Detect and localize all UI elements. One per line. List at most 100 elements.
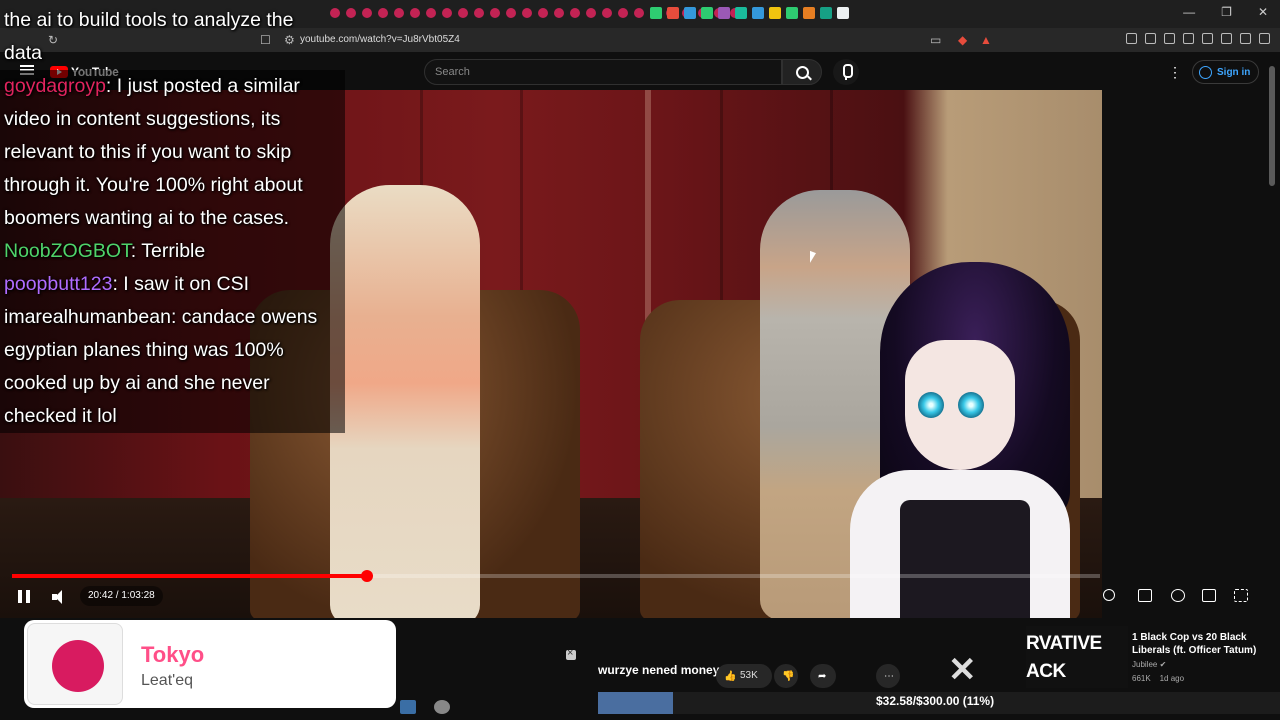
pinned-tab-icon[interactable] [490,8,500,18]
tab-icon[interactable] [786,7,798,19]
sign-in-button[interactable]: Sign in [1192,60,1260,84]
time-display: 20:42 / 1:03:28 [80,586,163,606]
upload-age: 1d ago [1159,674,1185,683]
recommended-title[interactable]: 1 Black Cop vs 20 Black Liberals (ft. Of… [1132,631,1262,657]
maximize-icon[interactable]: ❐ [1221,5,1232,19]
vscode-icon[interactable] [400,700,416,714]
pinned-tab-icon[interactable] [602,8,612,18]
chat-text: : I just posted a similar video in conte… [4,75,303,229]
tab-icon[interactable] [837,7,849,19]
tab-icon[interactable] [667,7,679,19]
pause-icon[interactable] [18,590,30,603]
recommended-thumbnail[interactable]: RVATIVE ACK LIBERALS [1026,626,1128,688]
pinned-tab-icon[interactable] [522,8,532,18]
ellipsis-icon: ⋯ [884,670,894,682]
tab-icon[interactable] [684,7,696,19]
pinned-tab-icons[interactable] [650,7,849,19]
search-input[interactable] [425,60,781,84]
page-scrollbar[interactable] [1269,66,1275,186]
pinned-tab-icon[interactable] [442,8,452,18]
share-button[interactable]: ➦ [810,664,836,688]
chat-message: poopbutt123: I saw it on CSI [0,268,345,301]
voice-search-icon[interactable] [833,59,859,85]
pinned-tab-icon[interactable] [506,8,516,18]
extensions-row [1126,33,1270,44]
rewards-icon[interactable]: ▲ [980,33,992,47]
donation-goal-fill [598,692,674,714]
minimize-icon[interactable]: — [1183,5,1195,19]
now-playing-artist: Leat'eq [141,672,193,689]
sign-in-label: Sign in [1217,66,1251,78]
pinned-tab-icon[interactable] [570,8,580,18]
album-art-circle [52,640,104,692]
pinned-tab-icon[interactable] [554,8,564,18]
tab-icon[interactable] [803,7,815,19]
settings-icon[interactable] [1171,589,1185,602]
pinned-tab-icon[interactable] [378,8,388,18]
app-icon[interactable] [434,700,450,714]
extension-icon[interactable] [1221,33,1232,44]
album-art [27,623,123,705]
dislike-button[interactable]: 👎 [774,664,798,688]
notification-close-icon[interactable] [566,647,576,660]
extension-icon[interactable] [1145,33,1156,44]
tab-icon[interactable] [650,7,662,19]
tab-icon[interactable] [718,7,730,19]
tab-icon[interactable] [769,7,781,19]
action-overlay-text: wurzye nened money [598,663,720,677]
extension-icon[interactable] [1202,33,1213,44]
pinned-tab-icon[interactable] [346,8,356,18]
extension-icon[interactable] [1164,33,1175,44]
verified-icon: ✔ [1159,660,1167,669]
tab-icon[interactable] [735,7,747,19]
tab-icon[interactable] [701,7,713,19]
window-controls: — ❐ ✕ [1183,5,1268,19]
miniplayer-icon[interactable] [1202,589,1216,602]
cast-icon[interactable]: ▭ [930,33,941,47]
more-actions-button[interactable]: ⋯ [876,664,900,688]
pinned-tab-icon[interactable] [586,8,596,18]
vtuber-corset [900,500,1030,618]
vtuber-eye [918,392,944,418]
progress-scrubber[interactable] [360,570,373,582]
like-count: 53K [740,670,758,681]
video-progress-bar[interactable] [12,570,1100,582]
brave-shield-icon[interactable]: ◆ [958,33,967,47]
chat-overlay: goydagroyp: I just posted a similar vide… [0,70,345,433]
pinned-tab-icon[interactable] [618,8,628,18]
recommended-channel[interactable]: Jubilee ✔ [1132,660,1166,669]
chat-message: goydagroyp: I just posted a similar vide… [0,70,345,235]
volume-icon[interactable] [52,590,68,604]
pinned-tab-icon[interactable] [362,8,372,18]
thumbnail-text-line: RVATIVE [1026,633,1102,654]
pinned-tab-icon[interactable] [426,8,436,18]
menu-icon[interactable] [1259,33,1270,44]
time-current: 20:42 [88,590,114,601]
extension-icon[interactable] [1126,33,1137,44]
captions-icon[interactable] [1138,589,1152,602]
share-icon: ➦ [818,670,827,682]
pinned-tab-icon[interactable] [634,8,644,18]
time-total: 1:03:28 [121,590,155,601]
search-button[interactable] [782,59,822,85]
thumbnail-text: RVATIVE ACK LIBERALS [1026,630,1128,688]
pinned-tab-icon[interactable] [394,8,404,18]
chat-text: : Terrible [130,240,206,262]
close-icon[interactable]: ✕ [1258,5,1268,19]
pinned-tab-icon[interactable] [458,8,468,18]
tab-icon[interactable] [752,7,764,19]
pinned-tab-icon[interactable] [538,8,548,18]
taskbar-icons [400,700,450,714]
progress-fill [12,574,367,578]
pinned-tab-icon[interactable] [474,8,484,18]
extension-icon[interactable] [1240,33,1251,44]
tab-icon[interactable] [820,7,832,19]
view-count: 661K [1132,674,1151,683]
stream-title-overlay: the ai to build tools to analyze the dat… [4,9,294,64]
extension-icon[interactable] [1183,33,1194,44]
chat-text: : I saw it on CSI [112,273,250,295]
autoplay-toggle-icon[interactable] [1103,589,1115,601]
pinned-tab-icon[interactable] [410,8,420,18]
more-options-icon[interactable]: ⋮ [1168,64,1182,81]
fullscreen-icon[interactable] [1234,589,1248,602]
